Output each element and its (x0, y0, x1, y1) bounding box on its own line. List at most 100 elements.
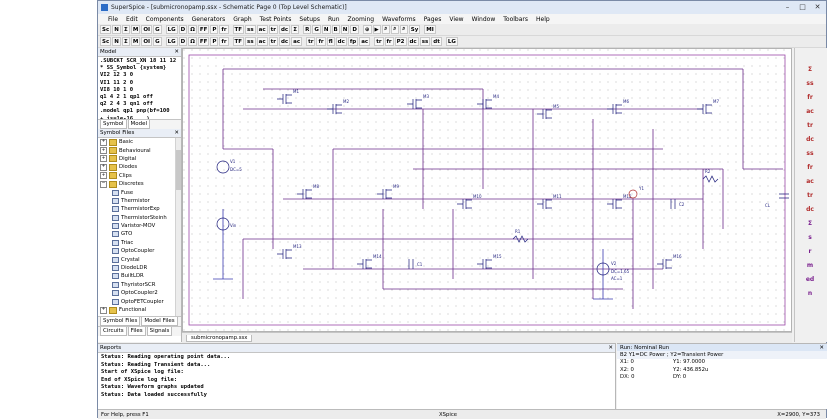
toolbar-button[interactable]: N (340, 25, 350, 34)
menu-window[interactable]: Window (472, 16, 496, 23)
right-toolbar-button[interactable]: ed (800, 276, 820, 283)
toolbar-button[interactable]: P (210, 25, 219, 34)
menu-zooming[interactable]: Zooming (348, 16, 375, 23)
menu-edit[interactable]: Edit (126, 16, 138, 23)
tab-symbol[interactable]: Symbol (100, 120, 127, 129)
expand-icon[interactable]: + (100, 138, 107, 146)
tab-signals[interactable]: Signals (146, 327, 173, 336)
toolbar-button[interactable]: Ω (188, 37, 197, 46)
right-toolbar-button[interactable]: n (800, 290, 820, 297)
toolbar-button[interactable]: M (130, 37, 141, 46)
toolbar-button[interactable]: ⊕ (362, 25, 372, 34)
menu-toolbars[interactable]: Toolbars (503, 16, 528, 23)
toolbar-button[interactable]: dc (278, 37, 291, 46)
toolbar-button[interactable]: TF (232, 37, 245, 46)
tab-circuits[interactable]: Circuits (100, 327, 127, 336)
run-row[interactable]: X1: 0 Y1: 97.0000 (617, 359, 827, 367)
toolbar-button[interactable]: TF (232, 25, 245, 34)
close-icon[interactable]: ✕ (174, 49, 179, 55)
toolbar-button[interactable]: LG (165, 25, 178, 34)
tree-item[interactable]: Thermistor (100, 197, 181, 205)
toolbar-button[interactable]: FF (197, 37, 210, 46)
tree-item[interactable]: ThermistorExp (100, 205, 181, 213)
toolbar-button[interactable]: dc (278, 25, 291, 34)
right-toolbar-button[interactable]: ss (800, 80, 820, 87)
expand-icon[interactable]: − (100, 180, 107, 188)
toolbar-button[interactable]: Sc (100, 25, 112, 34)
tab-model-files[interactable]: Model Files (141, 317, 178, 326)
toolbar-button[interactable]: tr (268, 37, 278, 46)
toolbar-button[interactable]: ac (256, 37, 268, 46)
toolbar-button[interactable]: MI (424, 25, 436, 34)
right-toolbar-button[interactable]: fr (800, 94, 820, 101)
menu-components[interactable]: Components (146, 16, 184, 23)
toolbar-button[interactable]: N (112, 37, 121, 46)
tree-item[interactable]: Triac (100, 239, 181, 247)
toolbar-button[interactable]: ss (245, 25, 256, 34)
reports-log[interactable]: Status: Reading operating point data... S… (98, 353, 615, 401)
tree-item[interactable]: + Digital (100, 155, 181, 163)
toolbar-button[interactable]: B (331, 25, 340, 34)
tree-item[interactable]: − Discretes (100, 180, 181, 188)
toolbar-button[interactable]: tr (374, 37, 384, 46)
tree-item[interactable]: ThermistorSteinh (100, 214, 181, 222)
menu-view[interactable]: View (449, 16, 463, 23)
toolbar-button[interactable]: ss (245, 37, 256, 46)
toolbar-button[interactable]: P (210, 37, 219, 46)
tree-item[interactable]: DiodeLDR (100, 264, 181, 272)
minimize-button[interactable]: – (781, 2, 794, 12)
toolbar-button[interactable]: FF (197, 25, 210, 34)
toolbar-button[interactable]: LG (165, 37, 178, 46)
toolbar-button[interactable]: Sc (100, 37, 112, 46)
run-row[interactable]: DX: 0 DY: 0 (617, 374, 827, 382)
toolbar-button[interactable]: tr (268, 25, 278, 34)
toolbar-button[interactable]: fl (326, 37, 335, 46)
menu-pages[interactable]: Pages (424, 16, 442, 23)
tab-files[interactable]: Files (127, 327, 146, 336)
menu-file[interactable]: File (108, 16, 118, 23)
close-icon[interactable]: ✕ (608, 345, 613, 351)
toolbar-button[interactable]: Σ (121, 25, 130, 34)
expand-icon[interactable]: + (100, 155, 107, 163)
run-row[interactable]: X2: 0 Y2: 436.852u (617, 366, 827, 374)
tree-item[interactable]: OptoCoupler (100, 247, 181, 255)
toolbar-button[interactable]: ss (419, 37, 431, 46)
model-text[interactable]: .SUBCKT SCR_XN 18 11 12 * SS_Symbol {syst… (98, 57, 181, 119)
schematic-drawing[interactable]: M1M2M3 M4M5M6 M7M8 M9M10 M11 M12M13M14 M15 M16 … (183, 49, 792, 332)
toolbar-button[interactable]: ⌕ (390, 25, 399, 34)
toolbar-button[interactable]: M (130, 25, 141, 34)
toolbar-button[interactable]: ⌕ (381, 25, 390, 34)
right-toolbar-button[interactable]: dc (800, 206, 820, 213)
toolbar-button[interactable]: LG (445, 37, 458, 46)
toolbar-button[interactable]: fr (219, 37, 229, 46)
right-toolbar-button[interactable]: tr (800, 192, 820, 199)
toolbar-button[interactable]: D (178, 25, 188, 34)
toolbar-button[interactable]: D (350, 25, 359, 34)
toolbar-button[interactable]: Σ (121, 37, 130, 46)
close-icon[interactable]: ✕ (174, 130, 179, 136)
tree-item[interactable]: + Basic (100, 138, 181, 146)
toolbar-button[interactable]: Σ (291, 25, 300, 34)
toolbar-button[interactable]: G (312, 25, 321, 34)
toolbar-button[interactable]: ⌕ (399, 25, 408, 34)
toolbar-button[interactable]: Sy (408, 25, 421, 34)
menu-waveforms[interactable]: Waveforms (382, 16, 416, 23)
close-button[interactable]: ✕ (811, 2, 824, 12)
expand-icon[interactable]: + (100, 172, 107, 180)
tab-model[interactable]: Model (127, 120, 151, 129)
toolbar-button[interactable]: ▶ (372, 25, 381, 34)
right-toolbar-button[interactable]: ac (800, 178, 820, 185)
toolbar-button[interactable]: ac (256, 25, 268, 34)
toolbar-button[interactable]: dc (407, 37, 419, 46)
right-toolbar-button[interactable]: fr (800, 164, 820, 171)
maximize-button[interactable]: □ (796, 2, 809, 12)
toolbar-button[interactable]: dt (431, 37, 442, 46)
right-toolbar-button[interactable]: r (800, 248, 820, 255)
tree-item[interactable]: ThyristorSCR (100, 281, 181, 289)
menu-setups[interactable]: Setups (299, 16, 320, 23)
right-toolbar-button[interactable]: s (800, 234, 820, 241)
expand-icon[interactable]: + (100, 147, 107, 155)
right-toolbar-button[interactable]: tr (800, 122, 820, 129)
right-toolbar-button[interactable]: ac (800, 108, 820, 115)
tree-scrollbar[interactable] (175, 138, 181, 316)
